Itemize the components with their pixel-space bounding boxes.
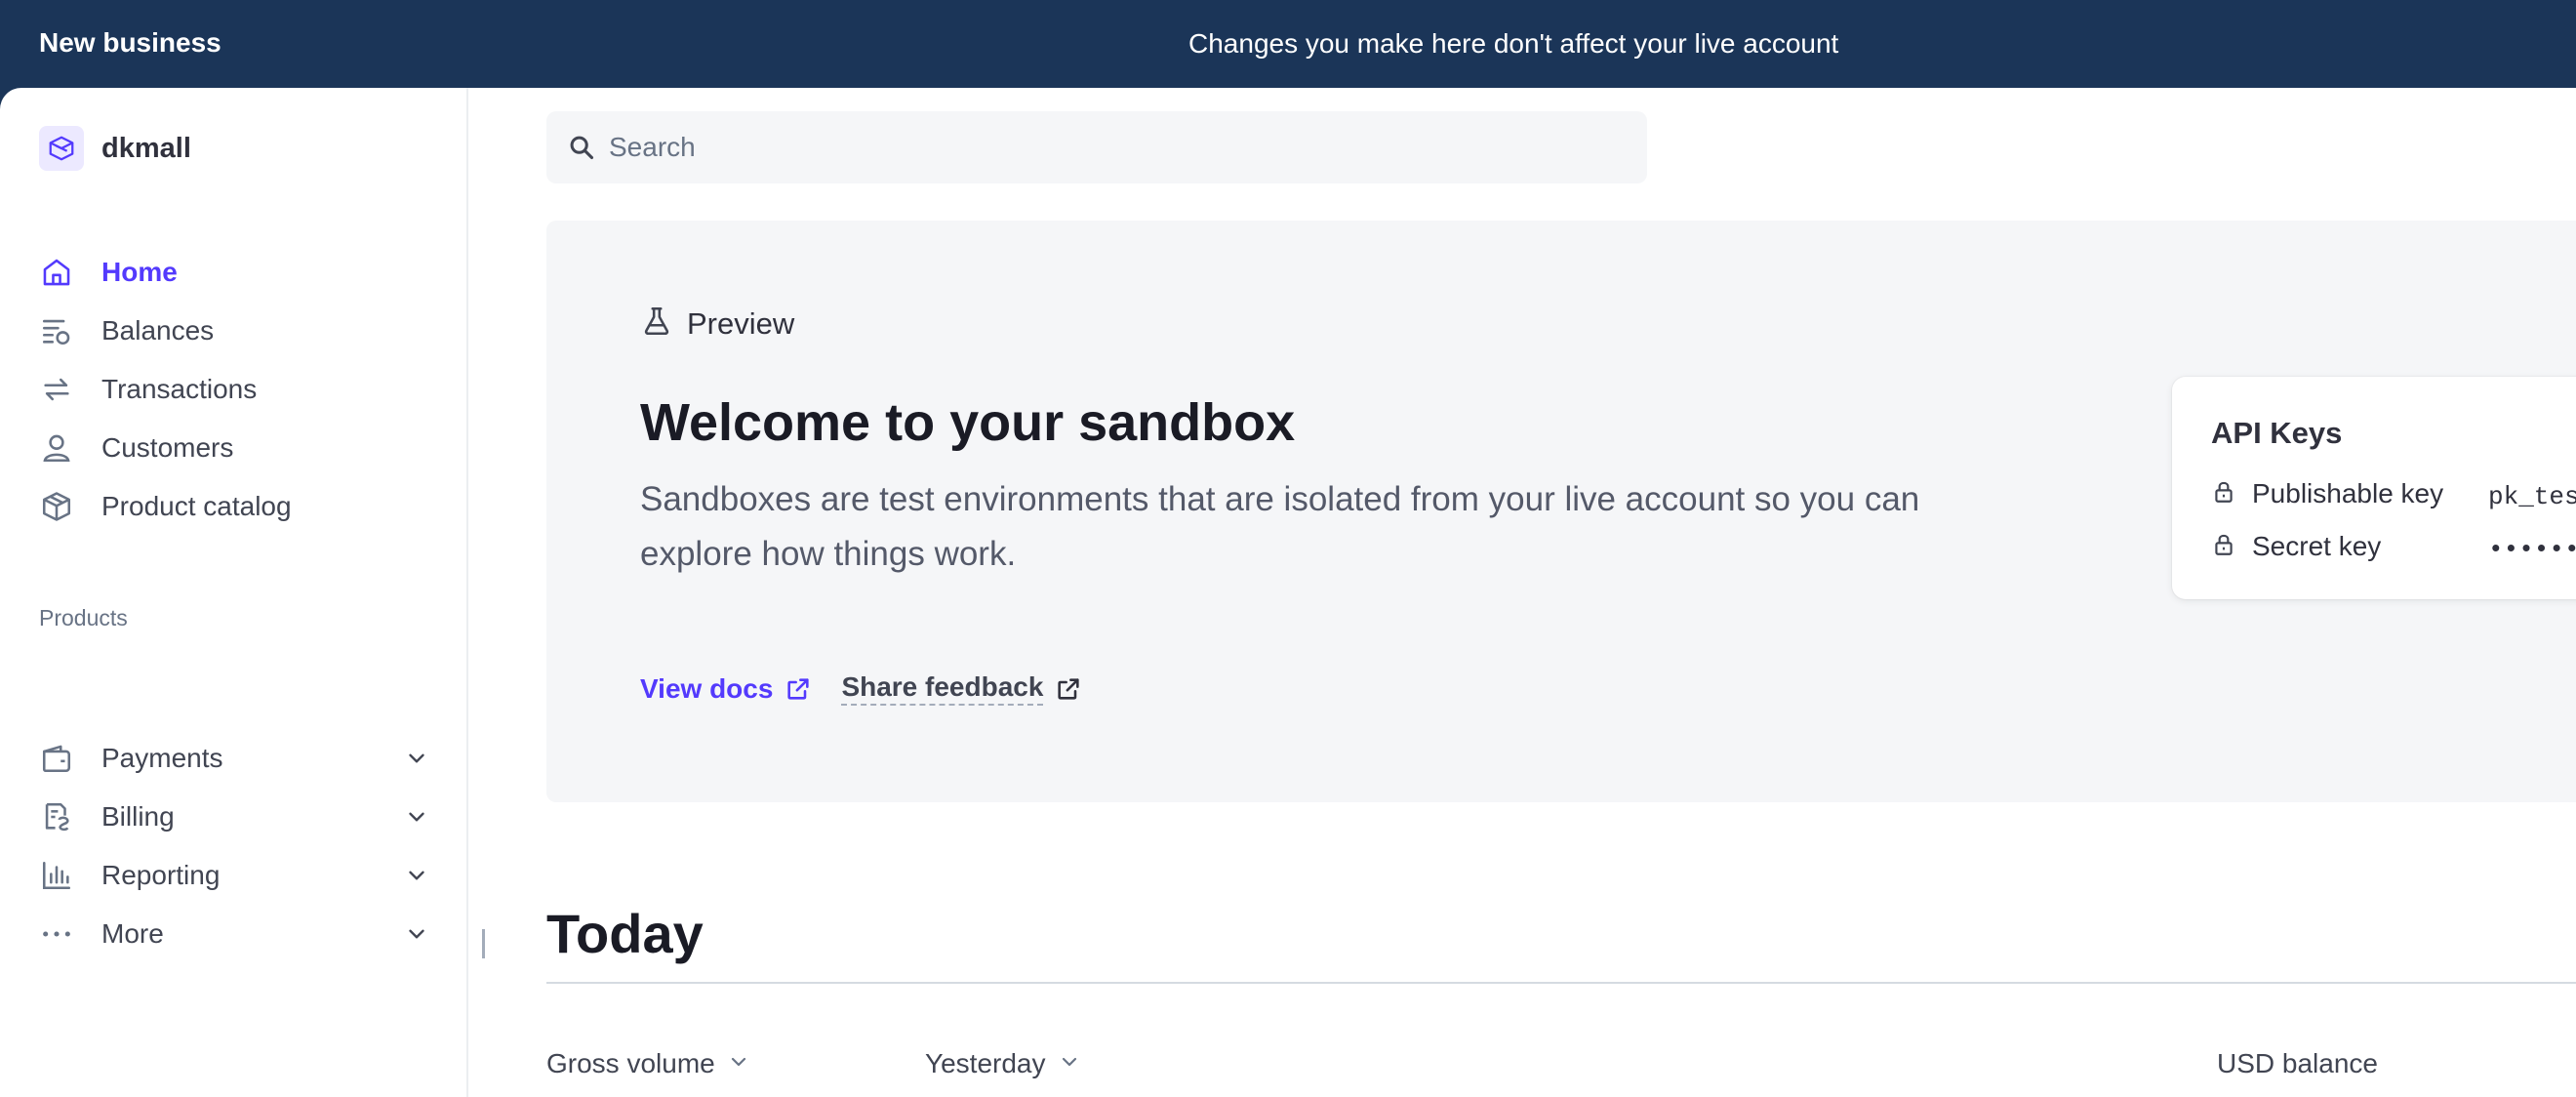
bar-chart-icon	[39, 858, 74, 893]
sidebar-item-label: Balances	[101, 315, 215, 345]
sandbox-banner: New business Changes you make here don't…	[0, 0, 2576, 88]
wallet-icon	[39, 741, 74, 776]
sidebar-item-transactions[interactable]: Transactions	[39, 365, 429, 414]
box-icon	[39, 489, 74, 524]
sidebar-item-label: Reporting	[101, 860, 221, 890]
chevron-down-icon	[404, 921, 429, 952]
comparison-period-label: Yesterday	[925, 1048, 1046, 1078]
sandbox-description: Sandboxes are test environments that are…	[640, 480, 1920, 573]
chevron-down-icon	[404, 746, 429, 776]
sidebar: dkmall Home Balances Transactions Custom…	[0, 88, 468, 1097]
external-link-icon	[785, 675, 812, 703]
comparison-period-selector[interactable]: Yesterday	[925, 1048, 1081, 1079]
sandbox-links: View docs Share feedback	[640, 671, 1082, 706]
publishable-key-row[interactable]: Publishable key pk_tes	[2211, 474, 2576, 513]
lock-icon	[2211, 532, 2236, 562]
gross-volume-selector[interactable]: Gross volume	[546, 1048, 750, 1079]
today-heading: Today	[546, 903, 704, 964]
sidebar-item-label: Product catalog	[101, 491, 292, 521]
app-surface: dkmall Home Balances Transactions Custom…	[0, 88, 2576, 1097]
share-feedback-link[interactable]: Share feedback	[841, 671, 1082, 706]
sidebar-item-home[interactable]: Home	[39, 248, 429, 297]
sidebar-item-label: More	[101, 918, 164, 949]
secret-key-value[interactable]: •••••••	[2488, 535, 2576, 564]
share-feedback-label: Share feedback	[841, 671, 1044, 706]
search-input[interactable]	[609, 132, 1487, 163]
sandbox-notice: Changes you make here don't affect your …	[1188, 28, 1839, 59]
view-docs-link[interactable]: View docs	[640, 673, 812, 705]
preview-label: Preview	[640, 305, 794, 343]
sidebar-item-label: Transactions	[101, 374, 258, 404]
sidebar-item-product-catalog[interactable]: Product catalog	[39, 482, 429, 531]
person-icon	[39, 430, 74, 466]
sidebar-item-billing[interactable]: Billing	[39, 792, 429, 841]
chevron-down-icon	[404, 863, 429, 893]
sidebar-resize-handle[interactable]	[482, 929, 485, 958]
chevron-down-icon	[404, 804, 429, 834]
search-icon	[568, 134, 595, 161]
balances-icon	[39, 313, 74, 348]
api-keys-title: API Keys	[2211, 416, 2343, 450]
lock-icon	[2211, 479, 2236, 509]
preview-text: Preview	[687, 305, 795, 341]
account-name: dkmall	[101, 132, 191, 164]
gross-volume-label: Gross volume	[546, 1048, 715, 1078]
publishable-key-value[interactable]: pk_tes	[2488, 482, 2576, 511]
billing-icon	[39, 799, 74, 834]
sidebar-item-reporting[interactable]: Reporting	[39, 851, 429, 900]
sidebar-item-balances[interactable]: Balances	[39, 306, 429, 355]
sidebar-item-customers[interactable]: Customers	[39, 424, 429, 472]
sidebar-item-label: Customers	[101, 432, 234, 463]
home-icon	[39, 255, 74, 290]
view-docs-label: View docs	[640, 672, 774, 704]
sidebar-item-more[interactable]: More	[39, 910, 429, 958]
usd-balance-label: USD balance	[2217, 1048, 2378, 1078]
sidebar-item-payments[interactable]: Payments	[39, 734, 429, 783]
transactions-icon	[39, 372, 74, 407]
search-bar[interactable]	[546, 111, 1647, 183]
products-section-label: Products	[39, 605, 128, 630]
flask-icon	[640, 305, 673, 343]
secret-key-label: Secret key	[2252, 531, 2382, 561]
today-divider	[546, 982, 2576, 984]
sidebar-item-label: Payments	[101, 743, 223, 773]
sandbox-title: Welcome to your sandbox	[640, 393, 1296, 452]
secret-key-row[interactable]: Secret key •••••••	[2211, 527, 2576, 566]
external-link-icon	[1055, 675, 1082, 703]
api-keys-card: API Keys Publishable key pk_tes Secret k…	[2172, 377, 2576, 599]
sandbox-welcome-panel: Preview Welcome to your sandbox Sandboxe…	[546, 221, 2576, 802]
chevron-down-icon	[727, 1050, 750, 1078]
publishable-key-label: Publishable key	[2252, 478, 2444, 508]
more-dots-icon	[39, 916, 74, 952]
sidebar-item-label: Billing	[101, 801, 175, 832]
account-switcher[interactable]: dkmall	[39, 126, 191, 171]
business-name[interactable]: New business	[39, 27, 221, 59]
chevron-down-icon	[1058, 1050, 1081, 1078]
account-logo-icon	[39, 126, 84, 171]
sidebar-item-label: Home	[101, 257, 178, 287]
